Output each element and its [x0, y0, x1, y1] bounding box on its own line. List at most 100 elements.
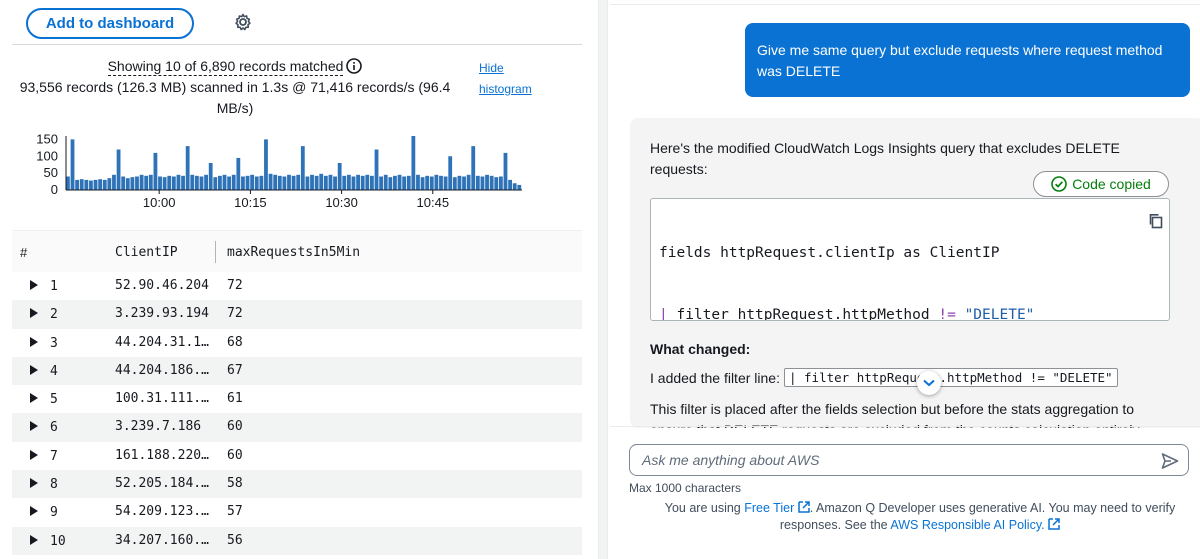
send-icon[interactable] — [1160, 451, 1180, 471]
histogram-bar[interactable] — [420, 177, 425, 190]
histogram-bar[interactable] — [406, 175, 411, 190]
histogram-bar[interactable] — [346, 174, 351, 190]
pane-resize-handle[interactable] — [598, 0, 608, 559]
histogram-bar[interactable] — [508, 179, 512, 191]
histogram-bar[interactable] — [66, 176, 70, 191]
table-row[interactable]: 9 54.209.123.1... 57 — [12, 498, 582, 526]
histogram-bar[interactable] — [144, 175, 149, 190]
histogram-bar[interactable] — [287, 174, 291, 190]
histogram-bar[interactable] — [176, 174, 181, 190]
histogram-bar[interactable] — [351, 176, 356, 191]
histogram-bar[interactable] — [319, 173, 324, 190]
histogram-bar[interactable] — [439, 175, 443, 190]
histogram-bar[interactable] — [268, 173, 273, 190]
table-row[interactable]: 3 44.204.31.143 68 — [12, 329, 582, 357]
histogram-bar[interactable] — [494, 177, 499, 190]
histogram-bar[interactable] — [503, 152, 508, 191]
table-row[interactable]: 6 3.239.7.186 60 — [12, 413, 582, 442]
histogram-bar[interactable] — [300, 146, 305, 191]
histogram-bar[interactable] — [411, 136, 416, 190]
hide-histogram-link[interactable]: Hide histogram — [479, 58, 539, 100]
histogram-bar[interactable] — [135, 176, 139, 191]
expand-row-icon[interactable] — [30, 449, 38, 460]
histogram-bar[interactable] — [107, 178, 112, 190]
histogram-bar[interactable] — [89, 180, 93, 190]
histogram-bar[interactable] — [208, 163, 213, 190]
histogram-bar[interactable] — [333, 176, 337, 191]
table-row[interactable]: 10 34.207.160.2... 56 — [12, 526, 582, 555]
histogram-bar[interactable] — [393, 175, 397, 190]
histogram-bar[interactable] — [457, 175, 462, 190]
histogram-bar[interactable] — [425, 175, 430, 190]
histogram-bar[interactable] — [416, 174, 420, 190]
histogram-bar[interactable] — [93, 179, 98, 191]
histogram-bar[interactable] — [84, 179, 89, 191]
histogram-bar[interactable] — [402, 176, 407, 191]
histogram-bar[interactable] — [79, 179, 84, 190]
histogram-bar[interactable] — [480, 176, 485, 191]
column-header-clientip[interactable]: ClientIP — [115, 245, 178, 260]
histogram-bar[interactable] — [273, 174, 278, 190]
histogram-bar[interactable] — [190, 174, 195, 190]
histogram-bar[interactable] — [245, 175, 250, 190]
query-code-block[interactable]: fields httpRequest.clientIp as ClientIP … — [650, 198, 1170, 321]
histogram-bar[interactable] — [241, 176, 245, 191]
histogram-bar[interactable] — [213, 177, 218, 190]
histogram-bar[interactable] — [296, 174, 301, 190]
histogram-bar[interactable] — [383, 174, 388, 190]
histogram-bar[interactable] — [489, 175, 494, 190]
table-row[interactable]: 5 100.31.111.1... 61 — [12, 385, 582, 413]
table-row[interactable]: 8 52.205.184.2... 58 — [12, 470, 582, 499]
expand-row-icon[interactable] — [30, 534, 38, 545]
histogram-bar[interactable] — [443, 176, 448, 191]
gear-icon[interactable] — [233, 12, 253, 32]
histogram-bar[interactable] — [218, 175, 222, 190]
histogram-bar[interactable] — [171, 176, 176, 191]
histogram-bar[interactable] — [328, 174, 333, 190]
histogram-bar[interactable] — [314, 175, 319, 190]
column-header-index[interactable]: # — [20, 245, 27, 260]
histogram-bar[interactable] — [379, 176, 384, 191]
histogram-bar[interactable] — [517, 184, 522, 190]
table-row[interactable]: 7 161.188.220.... 60 — [12, 442, 582, 470]
histogram-bar[interactable] — [388, 177, 393, 190]
histogram-bar[interactable] — [98, 179, 103, 190]
histogram-bar[interactable] — [342, 175, 347, 190]
histogram-bar[interactable] — [121, 176, 126, 191]
expand-row-icon[interactable] — [30, 336, 38, 347]
copy-icon[interactable] — [1148, 213, 1164, 229]
histogram-bar[interactable] — [112, 174, 116, 190]
histogram-bar[interactable] — [227, 176, 232, 191]
histogram-bar[interactable] — [222, 174, 227, 190]
histogram-bar[interactable] — [194, 175, 199, 190]
histogram-bar[interactable] — [231, 174, 236, 190]
histogram-bar[interactable] — [356, 174, 360, 190]
info-icon[interactable] — [346, 58, 363, 74]
histogram-bar[interactable] — [471, 146, 476, 191]
histogram-bar[interactable] — [282, 176, 287, 191]
histogram-bar[interactable] — [397, 174, 402, 190]
histogram-bar[interactable] — [370, 175, 374, 190]
add-to-dashboard-button[interactable]: Add to dashboard — [26, 8, 194, 39]
histogram-bar[interactable] — [250, 174, 255, 190]
histogram-bar[interactable] — [452, 177, 457, 190]
histogram-bar[interactable] — [291, 175, 296, 190]
histogram-bar[interactable] — [277, 175, 282, 190]
expand-row-icon[interactable] — [30, 421, 38, 432]
table-row[interactable]: 4 44.204.186.20 67 — [12, 356, 582, 386]
histogram-bar[interactable] — [204, 174, 208, 190]
expand-row-icon[interactable] — [30, 280, 38, 290]
histogram-bar[interactable] — [337, 163, 342, 190]
histogram-bar[interactable] — [158, 176, 162, 191]
histogram-bar[interactable] — [512, 183, 517, 190]
histogram-bar[interactable] — [360, 175, 365, 190]
histogram-bar[interactable] — [259, 175, 264, 190]
histogram-bar[interactable] — [429, 176, 434, 191]
histogram-bar[interactable] — [75, 179, 80, 191]
free-tier-link[interactable]: Free Tier — [744, 501, 810, 515]
scroll-down-button[interactable] — [917, 371, 941, 395]
chat-input[interactable]: Ask me anything about AWS — [629, 444, 1189, 476]
histogram-bar[interactable] — [199, 176, 204, 191]
histogram-bar[interactable] — [116, 149, 121, 191]
responsible-ai-policy-link[interactable]: AWS Responsible AI Policy. — [890, 518, 1060, 532]
